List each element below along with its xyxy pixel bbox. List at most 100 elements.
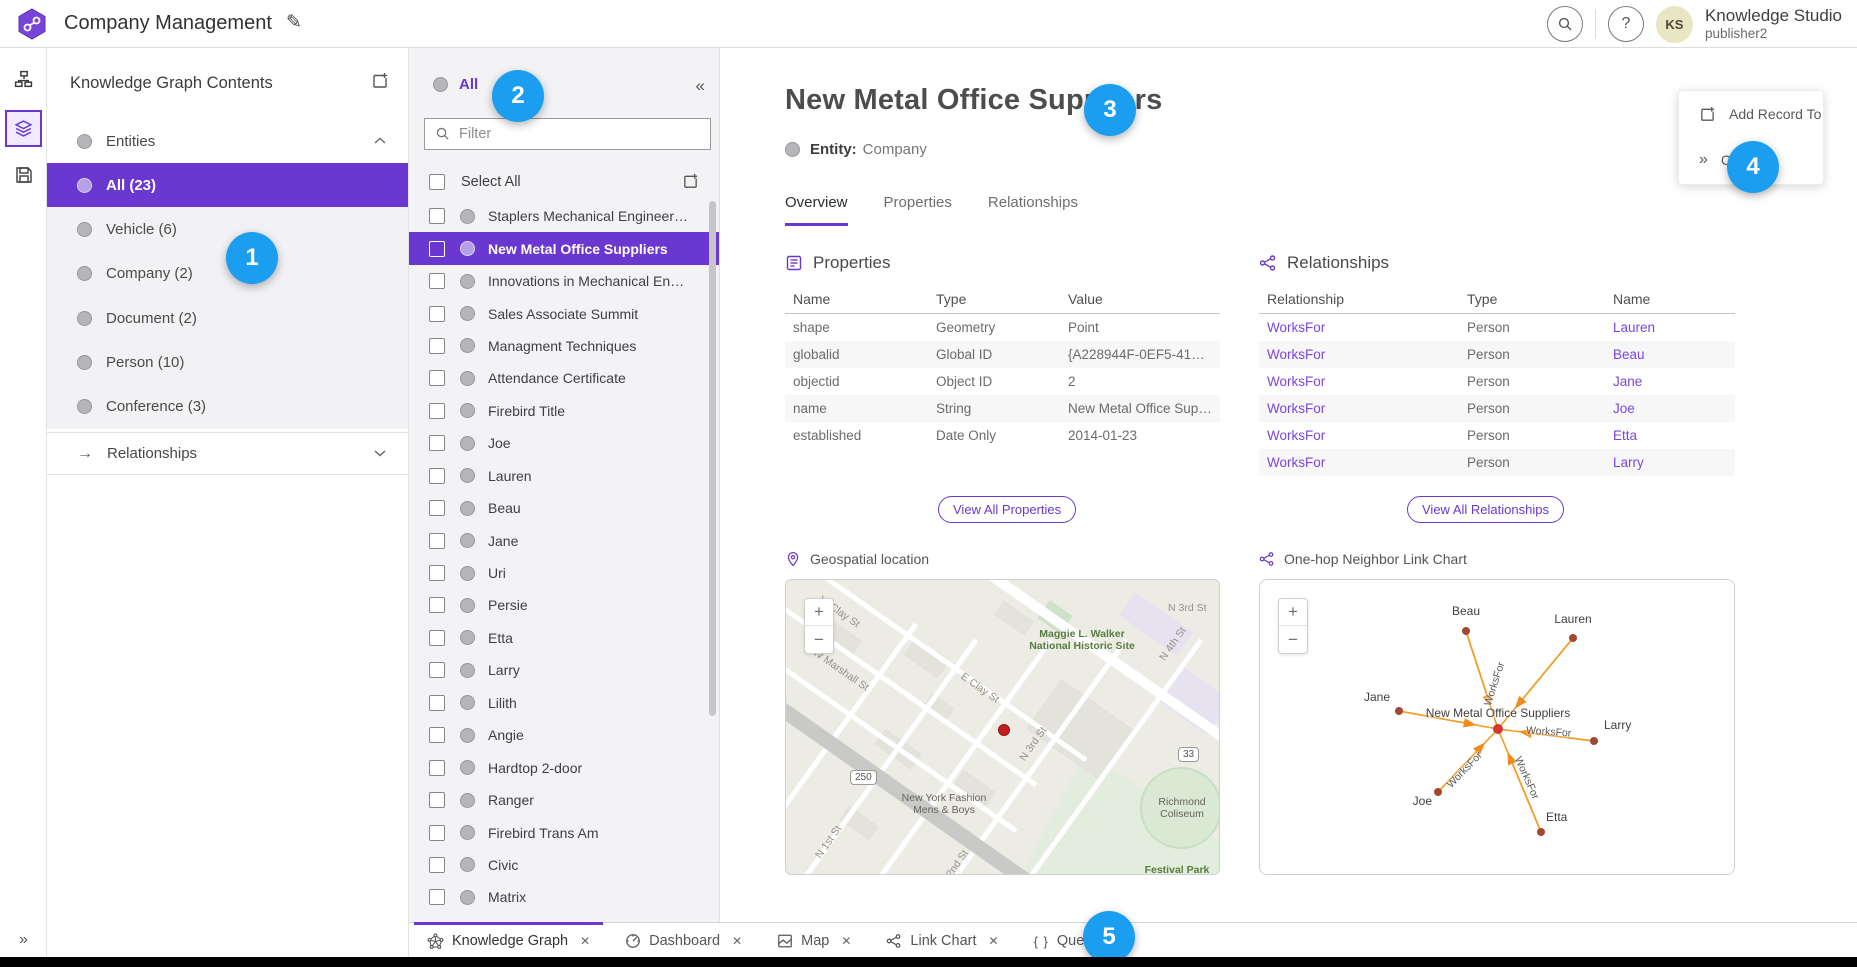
node-label[interactable]: Jane (1364, 690, 1390, 704)
filter-input[interactable] (459, 126, 710, 142)
entity-type-conference[interactable]: Conference (3) (47, 384, 408, 428)
item-checkbox[interactable] (429, 208, 445, 224)
zoom-in-button[interactable]: + (1279, 599, 1307, 626)
entity-link[interactable]: Etta (1613, 428, 1637, 443)
edit-title-icon[interactable]: ✎ (286, 11, 302, 34)
table-row[interactable]: WorksForPersonJane (1259, 368, 1735, 395)
add-record-icon[interactable] (682, 173, 699, 191)
close-tab-icon[interactable]: ✕ (841, 934, 851, 948)
relationship-link[interactable]: WorksFor (1267, 347, 1325, 362)
item-checkbox[interactable] (429, 500, 445, 516)
item-checkbox[interactable] (429, 597, 445, 613)
search-button[interactable] (1547, 6, 1583, 42)
list-item[interactable]: Sales Associate Summit (409, 297, 719, 329)
list-item[interactable]: Jane (409, 524, 719, 556)
list-item[interactable]: Attendance Certificate (409, 362, 719, 394)
item-checkbox[interactable] (429, 825, 445, 841)
table-row[interactable]: nameStringNew Metal Office Suppli... (785, 395, 1220, 422)
entity-link[interactable]: Joe (1613, 401, 1635, 416)
entity-link[interactable]: Larry (1613, 455, 1644, 470)
item-checkbox[interactable] (429, 565, 445, 581)
list-item[interactable]: Larry (409, 654, 719, 686)
item-checkbox[interactable] (429, 662, 445, 678)
list-item[interactable]: Lauren (409, 460, 719, 492)
relationship-link[interactable]: WorksFor (1267, 320, 1325, 335)
table-row[interactable]: WorksForPersonBeau (1259, 341, 1735, 368)
layers-icon[interactable] (5, 110, 42, 147)
item-checkbox[interactable] (429, 792, 445, 808)
entity-link[interactable]: Lauren (1613, 320, 1655, 335)
tab-dashboard[interactable]: Dashboard ✕ (612, 922, 755, 957)
list-item[interactable]: Civic (409, 849, 719, 881)
table-row[interactable]: WorksForPersonLauren (1259, 314, 1735, 342)
list-item[interactable]: Hardtop 2-door (409, 751, 719, 783)
item-checkbox[interactable] (429, 338, 445, 354)
tab-map[interactable]: Map ✕ (764, 922, 864, 957)
save-icon[interactable] (0, 166, 47, 184)
node-label[interactable]: Lauren (1554, 612, 1591, 626)
item-checkbox[interactable] (429, 695, 445, 711)
relationship-link[interactable]: WorksFor (1267, 401, 1325, 416)
list-item[interactable]: Firebird Trans Am (409, 816, 719, 848)
entity-type-all[interactable]: All (23) (47, 163, 408, 207)
node-label[interactable]: Beau (1452, 604, 1480, 618)
list-item[interactable]: Joe (409, 427, 719, 459)
menu-item-add-record-to[interactable]: Add Record To (1679, 99, 1823, 129)
scrollbar[interactable] (709, 201, 716, 716)
table-row[interactable]: shapeGeometryPoint (785, 314, 1220, 342)
entity-type-vehicle[interactable]: Vehicle (6) (47, 207, 408, 251)
account-identity[interactable]: Knowledge Studio publisher2 (1705, 6, 1842, 41)
table-row[interactable]: WorksForPersonJoe (1259, 395, 1735, 422)
item-checkbox[interactable] (429, 306, 445, 322)
table-row[interactable]: objectidObject ID2 (785, 368, 1220, 395)
list-item[interactable]: Staplers Mechanical Engineering (409, 200, 719, 232)
relationship-link[interactable]: WorksFor (1267, 374, 1325, 389)
entity-link[interactable]: Jane (1613, 374, 1642, 389)
list-item[interactable]: Lilith (409, 687, 719, 719)
item-checkbox[interactable] (429, 630, 445, 646)
list-item[interactable]: Managment Techniques (409, 330, 719, 362)
center-node-label[interactable]: New Metal Office Suppliers (1426, 706, 1571, 720)
tab-relationships[interactable]: Relationships (988, 194, 1078, 226)
item-checkbox[interactable] (429, 370, 445, 386)
entity-link[interactable]: Beau (1613, 347, 1645, 362)
item-checkbox[interactable] (429, 241, 445, 257)
entities-section-header[interactable]: Entities (47, 120, 408, 163)
link-chart-panel[interactable]: + − Beau Lauren Jane Larry Joe Etta New … (1259, 579, 1735, 875)
close-tab-icon[interactable]: ✕ (989, 934, 999, 948)
relationship-link[interactable]: WorksFor (1267, 455, 1325, 470)
node-label[interactable]: Joe (1413, 794, 1432, 808)
list-item[interactable]: Beau (409, 492, 719, 524)
list-item[interactable]: Matrix (409, 881, 719, 913)
chevron-down-icon[interactable] (374, 445, 386, 463)
tab-overview[interactable]: Overview (785, 194, 848, 226)
table-row[interactable]: establishedDate Only2014-01-23 (785, 422, 1220, 449)
item-checkbox[interactable] (429, 435, 445, 451)
relationships-section-header[interactable]: → Relationships (47, 432, 408, 475)
view-all-properties-button[interactable]: View All Properties (938, 496, 1076, 523)
avatar[interactable]: KS (1656, 6, 1693, 43)
list-item[interactable]: Etta (409, 622, 719, 654)
list-item[interactable]: Angie (409, 719, 719, 751)
table-row[interactable]: globalidGlobal ID{A228944F-0EF5-412A-... (785, 341, 1220, 368)
table-row[interactable]: WorksForPersonEtta (1259, 422, 1735, 449)
select-all-checkbox[interactable] (429, 174, 445, 190)
item-checkbox[interactable] (429, 468, 445, 484)
tab-link-chart[interactable]: Link Chart ✕ (873, 922, 1011, 957)
item-checkbox[interactable] (429, 533, 445, 549)
close-tab-icon[interactable]: ✕ (580, 934, 590, 948)
list-item[interactable]: Ranger (409, 784, 719, 816)
collapse-panel-chevron[interactable]: « (696, 76, 705, 96)
map-panel[interactable]: + − W Clay St W Marshall St E Clay St N … (785, 579, 1220, 875)
close-tab-icon[interactable]: ✕ (732, 934, 742, 948)
zoom-out-button[interactable]: − (805, 626, 833, 653)
help-button[interactable]: ? (1608, 6, 1644, 42)
tab-knowledge-graph[interactable]: Knowledge Graph ✕ (414, 922, 603, 957)
add-record-icon[interactable] (371, 72, 389, 90)
zoom-out-button[interactable]: − (1279, 626, 1307, 653)
item-checkbox[interactable] (429, 727, 445, 743)
item-checkbox[interactable] (429, 857, 445, 873)
item-checkbox[interactable] (429, 889, 445, 905)
list-item[interactable]: Persie (409, 589, 719, 621)
list-item[interactable]: Uri (409, 557, 719, 589)
